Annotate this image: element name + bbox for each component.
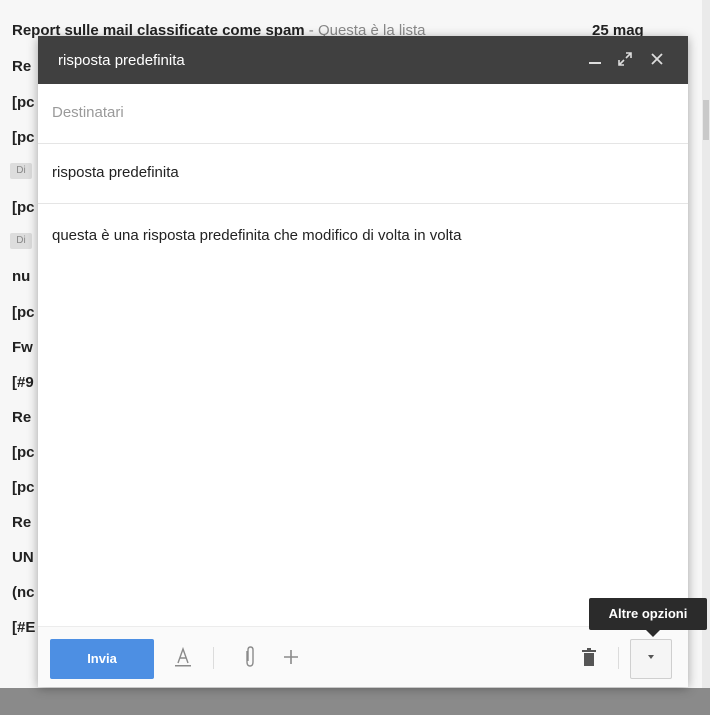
toolbar-divider — [213, 647, 214, 669]
expand-icon[interactable] — [616, 50, 634, 68]
recipients-input[interactable] — [52, 100, 652, 124]
inbox-row-sender: Re — [12, 409, 32, 426]
message-body[interactable]: questa è una risposta predefinita che mo… — [52, 227, 461, 244]
toolbar-divider — [618, 647, 619, 669]
inbox-row-sender: [#9 — [12, 374, 34, 391]
subject-field[interactable]: risposta predefinita — [38, 144, 688, 204]
compose-window: risposta predefinita risposta predefinit… — [38, 36, 688, 687]
paperclip-icon[interactable] — [242, 645, 258, 676]
send-button[interactable]: Invia — [50, 639, 154, 679]
inbox-row-sender: nu — [12, 268, 31, 285]
tooltip-arrow — [646, 630, 660, 637]
close-icon[interactable] — [648, 50, 666, 68]
subject-input[interactable]: risposta predefinita — [52, 164, 179, 181]
compose-title: risposta predefinita — [58, 52, 185, 69]
inbox-row-sender: Re — [12, 514, 32, 531]
inbox-row-sender: [#E — [12, 619, 36, 636]
compose-toolbar: Invia — [38, 626, 688, 687]
bottom-bar — [0, 688, 710, 715]
inbox-row-sender: [pc — [12, 444, 35, 461]
more-options-button[interactable] — [630, 639, 672, 679]
inbox-row-tag: Di — [10, 233, 32, 249]
scrollbar-thumb[interactable] — [703, 100, 709, 140]
text-format-icon[interactable] — [173, 645, 193, 676]
compose-header[interactable]: risposta predefinita — [38, 36, 688, 84]
plus-icon[interactable] — [282, 645, 300, 676]
to-field[interactable] — [38, 84, 688, 144]
inbox-row-sender: (nc — [12, 584, 35, 601]
inbox-row-sender: [pc — [12, 129, 35, 146]
more-options-tooltip: Altre opzioni — [589, 598, 707, 630]
chevron-down-icon — [646, 653, 656, 665]
inbox-row-sender: [pc — [12, 479, 35, 496]
inbox-row-sender: [pc — [12, 94, 35, 111]
inbox-row-sender: [pc — [12, 304, 35, 321]
inbox-row-sender: UN — [12, 549, 34, 566]
inbox-row-sender: [pc — [12, 199, 35, 216]
inbox-row-sender: Fw — [12, 339, 33, 356]
inbox-row-tag: Di — [10, 163, 32, 179]
minimize-icon[interactable] — [586, 50, 604, 68]
trash-icon[interactable] — [581, 645, 597, 676]
inbox-row-sender: Re — [12, 58, 32, 75]
